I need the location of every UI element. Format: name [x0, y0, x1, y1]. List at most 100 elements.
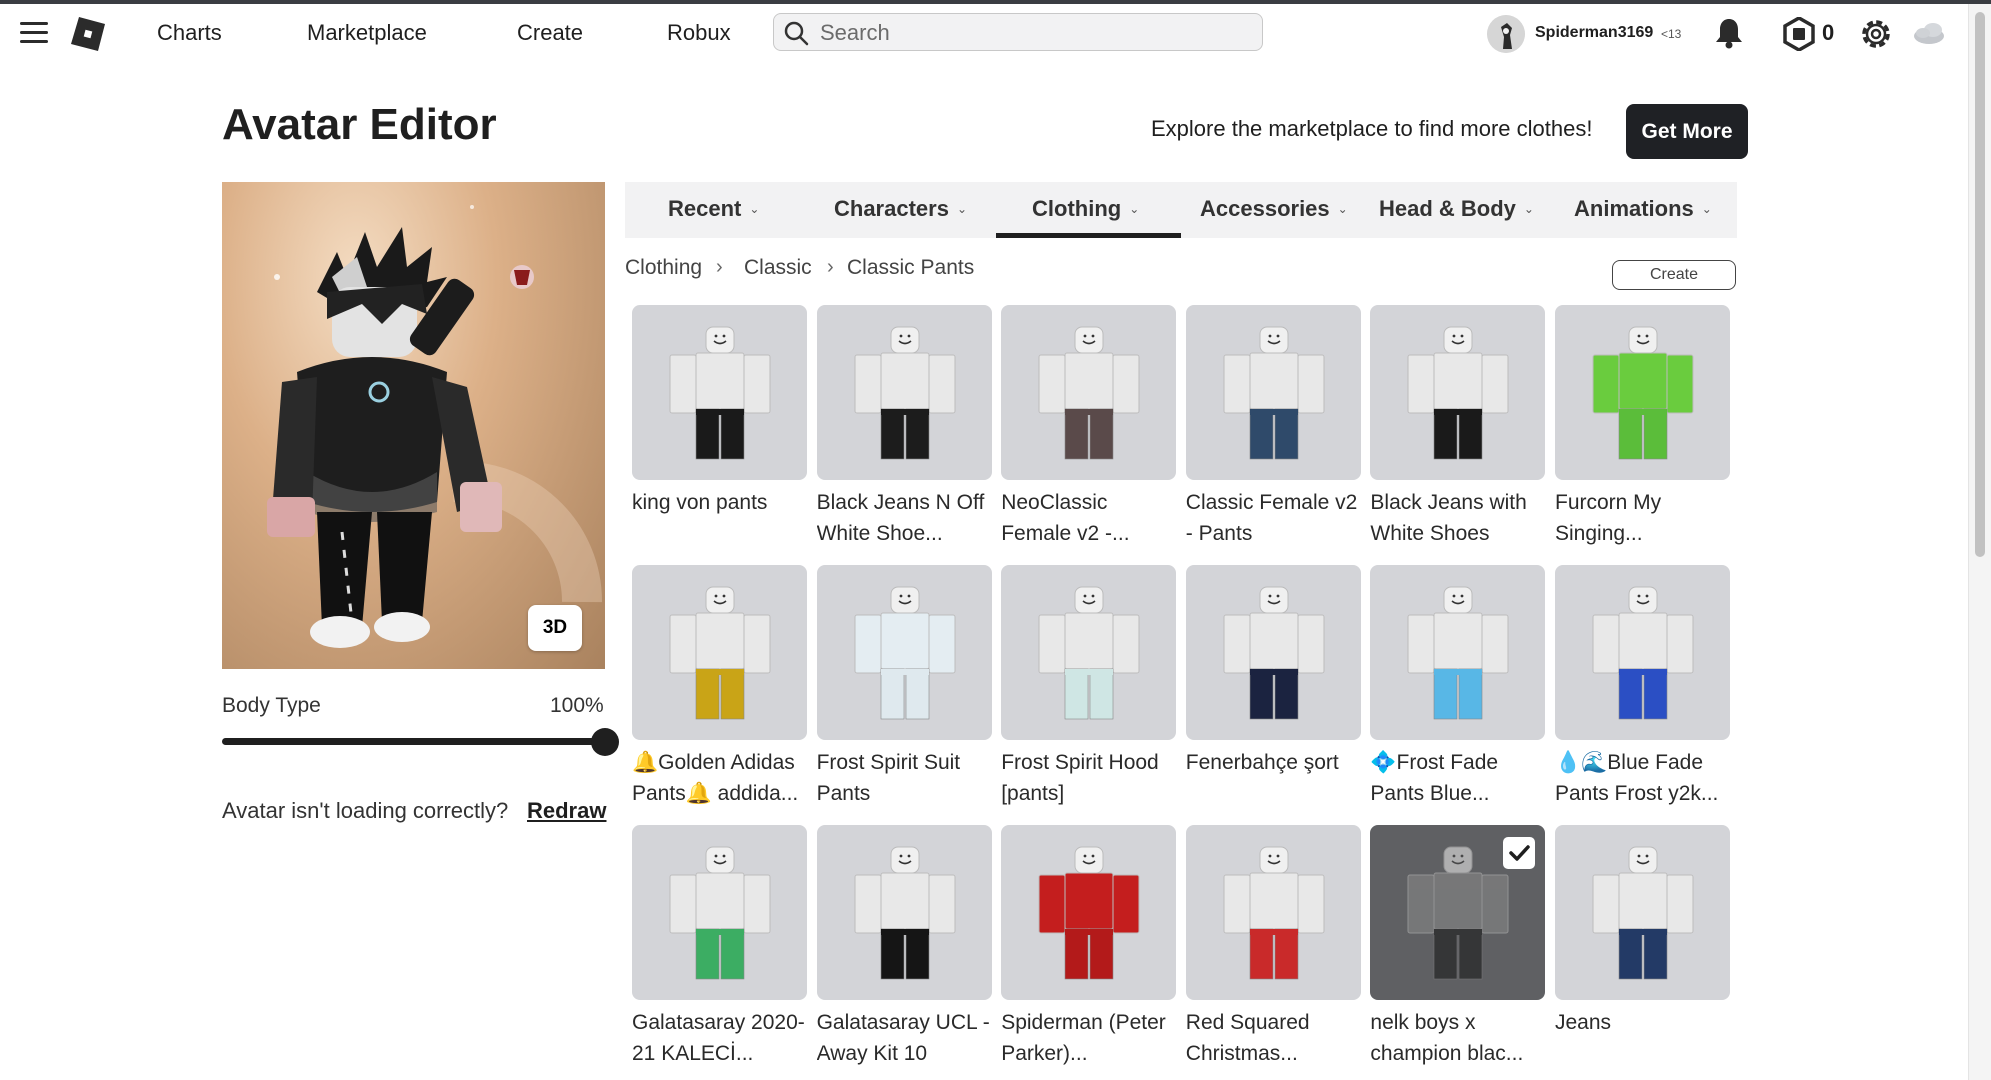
item-name: 💧🌊Blue Fade Pants Frost y2k... [1555, 751, 1719, 805]
item-card[interactable]: NeoClassic Female v2 -... [1001, 305, 1177, 549]
breadcrumb-clothing[interactable]: Clothing [625, 256, 702, 280]
item-card[interactable]: 💧🌊Blue Fade Pants Frost y2k... [1555, 565, 1730, 809]
body-type-value: 100% [550, 694, 604, 717]
item-thumbnail[interactable] [816, 565, 992, 740]
item-thumbnail[interactable] [1001, 565, 1177, 740]
body-type-slider[interactable] [222, 738, 605, 745]
pants-preview-figure [1038, 326, 1140, 460]
create-button[interactable]: Create [1612, 260, 1736, 290]
get-more-button[interactable]: Get More [1626, 104, 1748, 159]
tab-animations[interactable]: Animations ⌄ [1574, 196, 1712, 222]
pants-preview-figure [1592, 326, 1694, 460]
item-thumbnail[interactable] [1185, 305, 1361, 480]
tab-clothing[interactable]: Clothing ⌄ [1032, 196, 1139, 222]
redraw-link[interactable]: Redraw [527, 798, 606, 824]
item-grid: king von pants Black Jeans N Off White Sh… [632, 305, 1736, 1080]
item-card[interactable]: Frost Spirit Hood [pants] [1001, 565, 1177, 809]
toggle-3d-view-button[interactable]: 3D [528, 605, 582, 651]
item-thumbnail[interactable] [632, 825, 807, 1000]
notification-bell-icon[interactable] [1714, 17, 1744, 49]
pants-preview-figure [1592, 846, 1694, 980]
nav-link-create[interactable]: Create [517, 20, 583, 46]
item-thumbnail[interactable] [1555, 825, 1730, 1000]
page-title: Avatar Editor [222, 100, 497, 149]
item-name: Red Squared Christmas... [1185, 1011, 1310, 1065]
item-card[interactable]: king von pants [632, 305, 807, 549]
age-badge: <13 [1661, 27, 1682, 41]
roblox-logo-icon[interactable] [70, 16, 106, 52]
item-name: Classic Female v2 - Pants [1185, 491, 1358, 545]
item-card[interactable]: Frost Spirit Suit Pants [816, 565, 992, 809]
item-name: Fenerbahçe şort [1185, 751, 1339, 774]
item-thumbnail[interactable] [1185, 825, 1361, 1000]
item-thumbnail[interactable] [632, 565, 807, 740]
tab-characters[interactable]: Characters ⌄ [834, 196, 967, 222]
page-scrollbar[interactable] [1968, 4, 1991, 1080]
item-thumbnail[interactable] [816, 825, 992, 1000]
item-thumbnail[interactable] [1001, 305, 1177, 480]
item-card[interactable]: Galatasaray UCL - Away Kit 10 [816, 825, 992, 1069]
body-type-slider-handle[interactable] [591, 728, 619, 756]
item-thumbnail[interactable] [816, 305, 992, 480]
scrollbar-thumb[interactable] [1975, 12, 1985, 557]
item-thumbnail[interactable] [1555, 305, 1730, 480]
nav-link-marketplace[interactable]: Marketplace [307, 20, 427, 46]
chevron-down-icon: ⌄ [956, 202, 968, 216]
pants-preview-figure [1038, 586, 1140, 720]
item-thumbnail[interactable] [1001, 825, 1177, 1000]
item-name: NeoClassic Female v2 -... [1001, 491, 1130, 545]
item-card[interactable]: Jeans [1555, 825, 1730, 1069]
category-tab-bar: Recent ⌄ Characters ⌄ Clothing ⌄ Accessorie… [625, 182, 1737, 238]
item-card[interactable]: nelk boys x champion blac... [1370, 825, 1546, 1069]
item-card[interactable]: 🔔Golden Adidas Pants🔔 addida... [632, 565, 807, 809]
item-name: Jeans [1555, 1011, 1612, 1034]
item-name: nelk boys x champion blac... [1370, 1011, 1524, 1065]
item-card[interactable]: Classic Female v2 - Pants [1185, 305, 1361, 549]
item-card[interactable]: Red Squared Christmas... [1185, 825, 1361, 1069]
item-name: Spiderman (Peter Parker)... [1001, 1011, 1166, 1065]
robux-balance: 0 [1822, 20, 1835, 45]
breadcrumb-classic[interactable]: Classic [744, 256, 812, 280]
item-thumbnail[interactable] [1370, 305, 1546, 480]
item-thumbnail[interactable] [1555, 565, 1730, 740]
item-card[interactable]: Black Jeans with White Shoes [1370, 305, 1546, 549]
nav-link-robux[interactable]: Robux [667, 20, 731, 46]
item-thumbnail[interactable] [632, 305, 807, 480]
pants-preview-figure [669, 326, 771, 460]
item-card[interactable]: 💠Frost Fade Pants Blue... [1370, 565, 1546, 809]
item-card[interactable]: Furcorn My Singing... [1555, 305, 1730, 549]
pants-preview-figure [1038, 846, 1140, 980]
builders-club-icon[interactable] [1912, 17, 1946, 47]
nav-link-charts[interactable]: Charts [157, 20, 222, 46]
item-name: Black Jeans N Off White Shoe... [816, 491, 985, 545]
tab-accessories[interactable]: Accessories ⌄ [1200, 196, 1348, 222]
item-card[interactable]: Fenerbahçe şort [1185, 565, 1361, 809]
item-card[interactable]: Black Jeans N Off White Shoe... [816, 305, 992, 549]
chevron-down-icon: ⌄ [1337, 202, 1348, 216]
robux-icon[interactable] [1782, 17, 1816, 51]
pants-preview-figure [1223, 586, 1325, 720]
item-name: Furcorn My Singing... [1555, 491, 1662, 545]
item-thumbnail[interactable] [1370, 825, 1546, 1000]
search-bar [773, 13, 1263, 51]
tab-recent[interactable]: Recent ⌄ [668, 196, 759, 222]
item-card[interactable]: Galatasaray 2020-21 KALECİ... [632, 825, 807, 1069]
top-navigation-bar: Charts Marketplace Create Robux Spiderma… [0, 4, 1968, 62]
tab-head-and-body[interactable]: Head & Body ⌄ [1379, 196, 1534, 222]
pants-preview-figure [669, 586, 771, 720]
item-thumbnail[interactable] [1370, 565, 1546, 740]
explore-marketplace-text: Explore the marketplace to find more clo… [1151, 116, 1593, 141]
item-card[interactable]: Spiderman (Peter Parker)... [1001, 825, 1177, 1069]
pants-preview-figure [1223, 326, 1325, 460]
pants-preview-figure [669, 846, 771, 980]
avatar-preview[interactable] [222, 182, 605, 669]
item-name: 💠Frost Fade Pants Blue... [1370, 751, 1499, 805]
search-icon [784, 21, 809, 46]
menu-icon[interactable] [20, 22, 48, 44]
search-input[interactable] [818, 17, 1252, 49]
settings-gear-icon[interactable] [1859, 17, 1893, 51]
chevron-down-icon: ⌄ [1701, 202, 1712, 216]
breadcrumb-classic-pants: Classic Pants [847, 256, 975, 279]
pants-preview-figure [854, 846, 956, 980]
item-thumbnail[interactable] [1185, 565, 1361, 740]
